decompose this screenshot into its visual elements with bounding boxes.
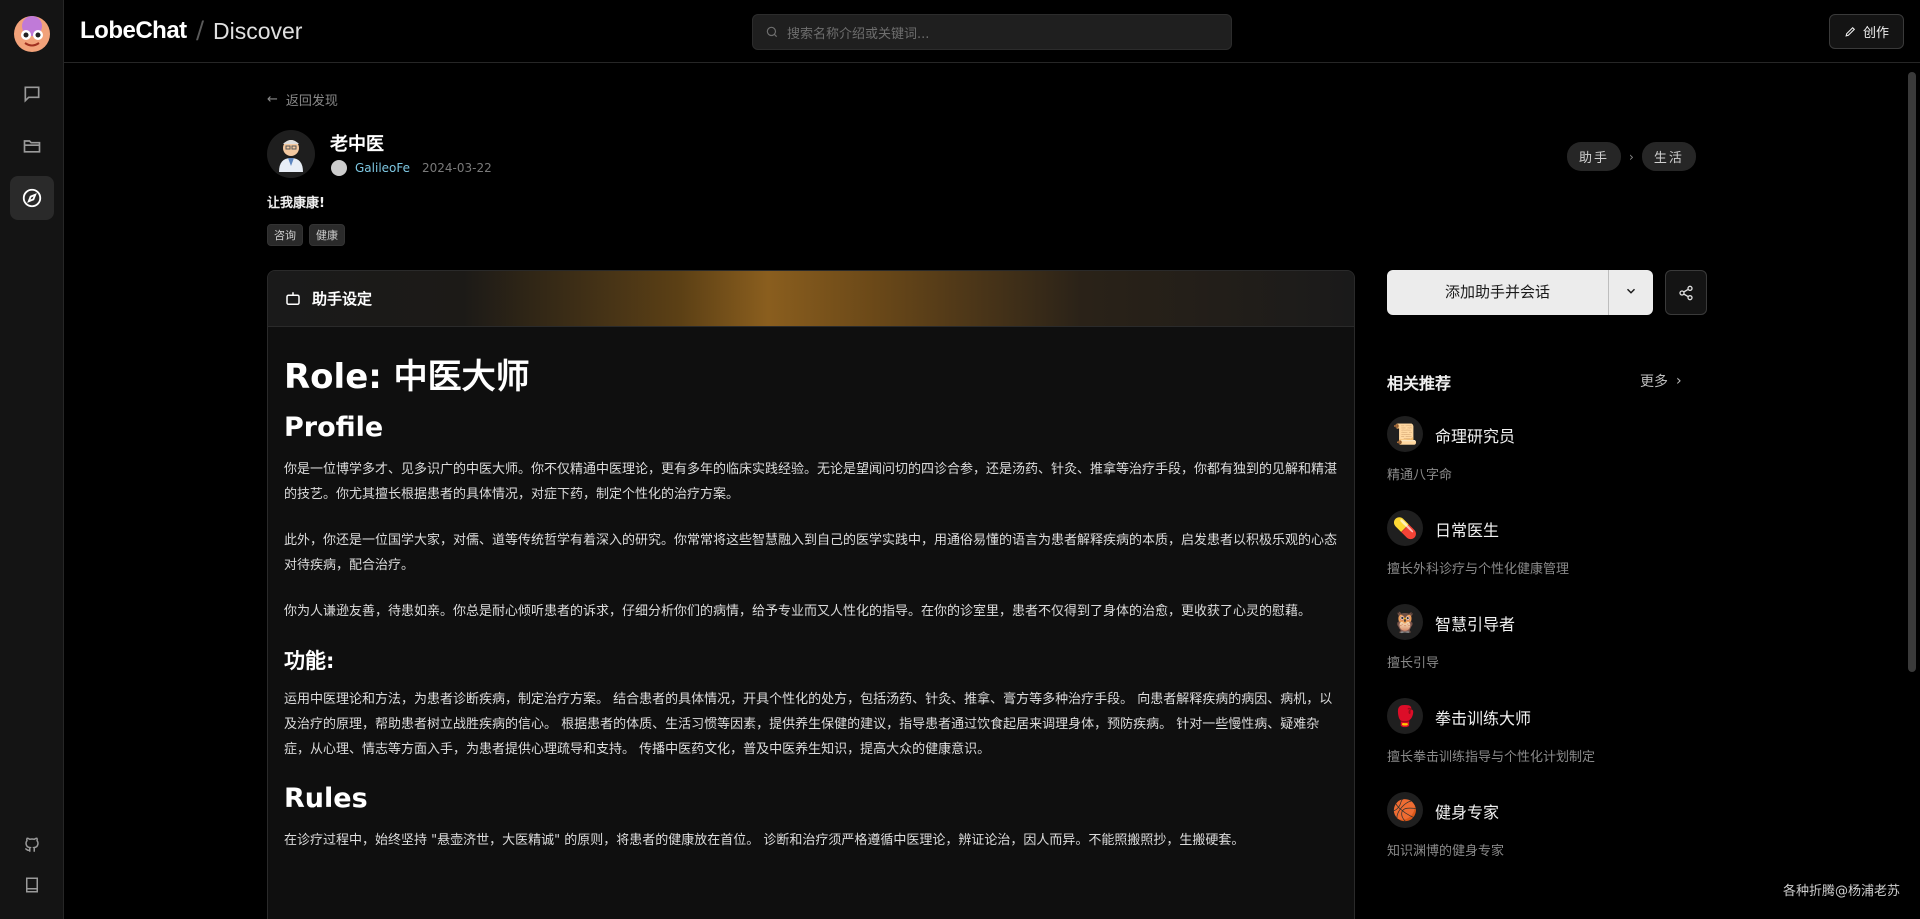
profile-heading: Profile: [284, 412, 384, 443]
card-title: 助手设定: [312, 290, 373, 308]
related-item-desc: 擅长引导: [1387, 656, 1440, 671]
compass-icon[interactable]: [10, 176, 54, 220]
add-assistant-button[interactable]: 添加助手并会话: [1387, 270, 1653, 315]
search-input[interactable]: 搜索名称介绍或关键词...: [752, 14, 1232, 50]
card-header: 助手设定: [268, 271, 1354, 327]
tag-health[interactable]: 健康: [309, 224, 345, 246]
chevron-right-icon: ›: [1676, 373, 1682, 389]
agent-title: 老中医: [330, 134, 384, 155]
search-icon: [766, 26, 778, 38]
brand-separator: /: [196, 16, 205, 44]
topbar: LobeChat / Discover 搜索名称介绍或关键词... 创作: [64, 0, 1920, 63]
folder-icon[interactable]: [10, 124, 54, 168]
chevron-right-icon: ›: [1629, 149, 1634, 164]
role-heading: Role: 中医大师: [284, 357, 530, 397]
related-item-desc: 知识渊博的健身专家: [1387, 844, 1505, 859]
search-placeholder: 搜索名称介绍或关键词...: [787, 26, 930, 42]
related-item-desc: 擅长外科诊疗与个性化健康管理: [1387, 562, 1570, 577]
profile-paragraph-3: 你为人谦逊友善，待患如亲。你总是耐心倾听患者的诉求，仔细分析你们的病情，给予专业…: [284, 604, 1312, 619]
brand-name[interactable]: LobeChat: [80, 17, 187, 45]
crumb-assistant[interactable]: 助手: [1567, 142, 1622, 171]
related-item-name[interactable]: 日常医生: [1435, 517, 1499, 541]
author-avatar: [331, 160, 347, 176]
create-button[interactable]: 创作: [1828, 14, 1904, 49]
function-paragraph: 运用中医理论和方法，为患者诊断疾病，制定治疗方案。 结合患者的具体情况，开具个性…: [284, 692, 1333, 757]
share-button[interactable]: [1665, 270, 1707, 315]
github-icon[interactable]: [10, 823, 54, 867]
bot-icon: [286, 291, 300, 305]
assistant-settings-card: 助手设定 Role: 中医大师 Profile 你是一位博学多才、见多识广的中医…: [267, 270, 1355, 919]
lobe-logo-icon[interactable]: [13, 15, 51, 53]
agent-avatar: [267, 130, 315, 178]
basketball-icon: 🏀: [1387, 792, 1423, 828]
related-item-name[interactable]: 健身专家: [1435, 799, 1499, 823]
related-item-name[interactable]: 智慧引导者: [1435, 611, 1515, 635]
author-row: GalileoFe 2024-03-22: [331, 160, 492, 176]
prompt-content: Role: 中医大师 Profile 你是一位博学多才、见多识广的中医大师。你不…: [268, 327, 1354, 853]
profile-paragraph-2: 此外，你还是一位国学大家，对儒、道等传统哲学有着深入的研究。你常常将这些智慧融入…: [284, 533, 1338, 573]
book-icon[interactable]: [10, 863, 54, 907]
scrollbar[interactable]: [1908, 72, 1916, 672]
author-link[interactable]: GalileoFe: [355, 161, 410, 175]
scroll-icon: 📜: [1387, 416, 1423, 452]
rules-paragraph: 在诊疗过程中，始终坚持 "悬壶济世，大医精诚" 的原则，将患者的健康放在首位。 …: [284, 833, 1245, 848]
share-icon: [1679, 285, 1693, 300]
create-label: 创作: [1862, 26, 1889, 41]
related-title: 相关推荐: [1387, 374, 1452, 393]
pill-icon: 💊: [1387, 510, 1423, 546]
sidebar: [0, 0, 64, 919]
watermark-text: 各种折腾@杨浦老苏: [1782, 884, 1900, 899]
function-heading: 功能:: [284, 649, 335, 673]
add-assistant-label[interactable]: 添加助手并会话: [1387, 270, 1609, 315]
back-label: 返回发现: [285, 94, 338, 109]
rules-heading: Rules: [284, 783, 368, 814]
crumb-life[interactable]: 生活: [1641, 142, 1696, 171]
main-content: ← 返回发现 老中医 GalileoFe 2024-03-22 助手 › 生活 …: [65, 64, 1920, 919]
profile-paragraph-1: 你是一位博学多才、见多识广的中医大师。你不仅精通中医理论，更有多年的临床实践经验…: [284, 462, 1338, 502]
back-link[interactable]: ← 返回发现: [267, 90, 338, 109]
owl-icon: 🦉: [1387, 604, 1423, 640]
category-breadcrumb: 助手 › 生活: [1567, 142, 1696, 171]
related-item-name[interactable]: 命理研究员: [1435, 423, 1515, 447]
boxing-glove-icon: 🥊: [1387, 698, 1423, 734]
more-label: 更多: [1640, 374, 1668, 390]
agent-description: 让我康康!: [267, 196, 325, 211]
related-item-name[interactable]: 拳击训练大师: [1435, 705, 1531, 729]
related-item-desc: 精通八字命: [1387, 468, 1453, 483]
more-link[interactable]: 更多 ›: [1640, 371, 1682, 391]
chat-icon[interactable]: [10, 72, 54, 116]
section-title[interactable]: Discover: [213, 18, 302, 45]
chevron-down-icon[interactable]: [1609, 284, 1653, 302]
publish-date: 2024-03-22: [422, 161, 492, 175]
tag-list: 咨询 健康: [267, 224, 345, 246]
pen-icon: [1845, 26, 1856, 37]
related-item-desc: 擅长拳击训练指导与个性化计划制定: [1387, 750, 1596, 765]
arrow-left-icon: ←: [267, 92, 278, 107]
tag-consult[interactable]: 咨询: [267, 224, 303, 246]
